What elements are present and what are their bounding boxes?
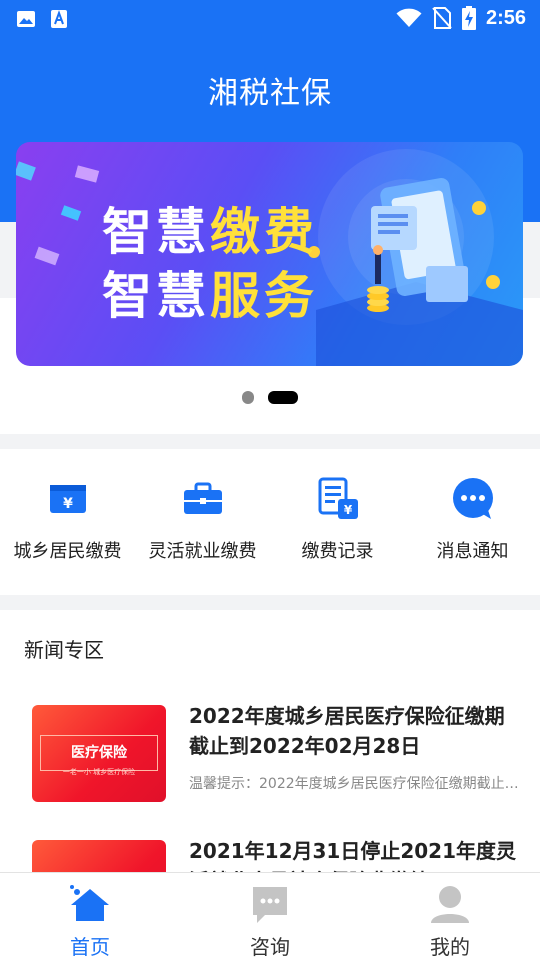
tab-home[interactable]: 首页: [0, 873, 180, 960]
news-section-title: 新闻专区: [24, 638, 104, 662]
news-description: 温馨提示：2022年度城乡居民医疗保险征缴期截止到2022年02月28日: [189, 776, 524, 792]
news-item[interactable]: 2021年12月31日停止2021年度灵活就业人员社会保险费缴纳: [0, 839, 540, 872]
thumbnail-subtext: 一老一小 城乡医疗保险: [62, 768, 136, 776]
tab-mine[interactable]: 我的: [360, 873, 540, 960]
consult-icon: [253, 887, 287, 923]
news-headline: 2021年12月31日停止2021年度灵活就业人员社会保险费缴纳: [189, 839, 516, 872]
news-headline: 2022年度城乡居民医疗保险征缴期截止到2022年02月28日: [189, 704, 505, 758]
app-notification-icon: [51, 10, 67, 28]
thumbnail-label: 医疗保险: [40, 735, 158, 771]
battery-charging-icon: [461, 6, 476, 30]
gallery-notification-icon: [17, 11, 35, 27]
briefcase-icon: [183, 482, 222, 514]
quick-action-label: 灵活就业缴费: [148, 541, 257, 562]
yuan-card-icon: ¥: [49, 485, 86, 513]
chat-bubble-icon: [452, 478, 493, 519]
promo-banner[interactable]: 智慧缴费 智慧服务: [16, 142, 523, 366]
status-time: 2:56: [485, 6, 526, 29]
carousel-dot[interactable]: [242, 391, 254, 404]
news-item[interactable]: 医疗保险 一老一小 城乡医疗保险 2022年度城乡居民医疗保险征缴期截止到202…: [0, 704, 540, 825]
bottom-tab-bar: 首页 咨询 我的: [0, 872, 540, 960]
quick-action-label: 城乡居民缴费: [13, 541, 122, 562]
banner-line-2: 智慧服务: [102, 267, 318, 325]
app-title: 湘税社保: [208, 76, 332, 111]
tab-label: 首页: [70, 935, 110, 959]
svg-text:¥: ¥: [343, 503, 352, 517]
status-bar: 2:56: [0, 0, 540, 38]
news-thumbnail: [32, 840, 166, 872]
svg-text:¥: ¥: [63, 496, 73, 512]
quick-action-payment-records[interactable]: ¥ 缴费记录: [270, 449, 405, 595]
no-sim-icon: [432, 7, 452, 29]
carousel-indicator: [0, 391, 540, 404]
payment-record-icon: ¥: [318, 477, 358, 519]
home-icon: [70, 885, 109, 921]
news-section: 新闻专区 医疗保险 一老一小 城乡医疗保险 2022年度城乡居民医疗保险征缴期截…: [0, 610, 540, 872]
quick-action-notifications[interactable]: 消息通知: [405, 449, 540, 595]
quick-actions: ¥ 城乡居民缴费 灵活就业缴费 ¥ 缴费记录 消息通知: [0, 449, 540, 595]
tab-label: 咨询: [250, 935, 290, 959]
quick-action-urban-rural-payment[interactable]: ¥ 城乡居民缴费: [0, 449, 135, 595]
quick-action-flexible-employment-payment[interactable]: 灵活就业缴费: [135, 449, 270, 595]
quick-action-label: 消息通知: [436, 541, 509, 562]
tab-label: 我的: [430, 935, 470, 959]
wifi-icon: [396, 8, 422, 27]
carousel-dot-active[interactable]: [268, 391, 298, 404]
tab-consult[interactable]: 咨询: [180, 873, 360, 960]
quick-action-label: 缴费记录: [301, 541, 374, 562]
news-thumbnail: 医疗保险 一老一小 城乡医疗保险: [32, 705, 166, 802]
user-icon: [431, 886, 469, 923]
banner-line-1: 智慧缴费: [102, 203, 318, 261]
